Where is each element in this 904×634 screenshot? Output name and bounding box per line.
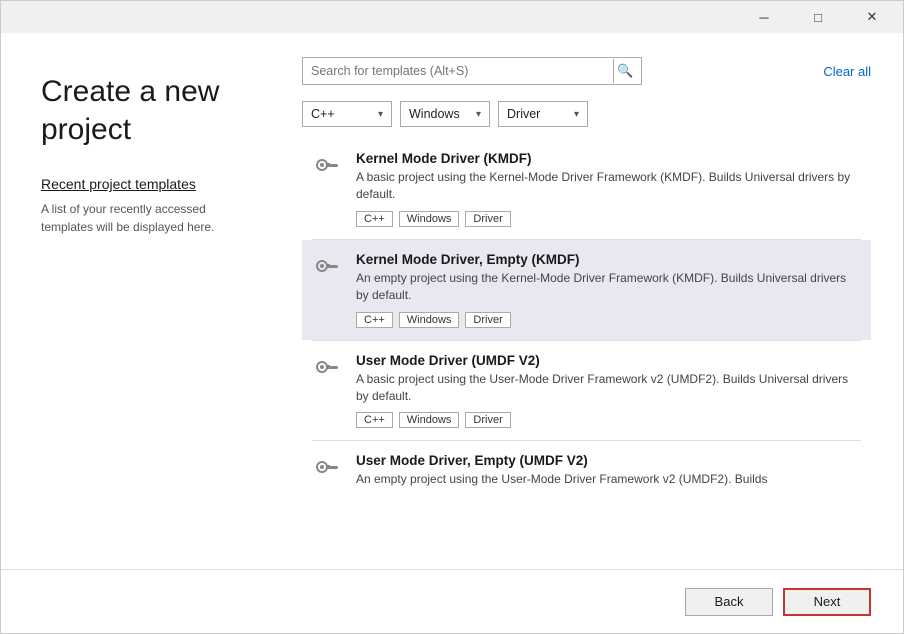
template-name-kmdf: Kernel Mode Driver (KMDF) — [356, 151, 861, 166]
close-button[interactable]: ✕ — [849, 1, 895, 33]
left-panel: Create a new project Recent project temp… — [1, 33, 286, 569]
template-body-umdf: User Mode Driver (UMDF V2) A basic proje… — [356, 353, 861, 429]
template-item-kmdf-empty[interactable]: Kernel Mode Driver, Empty (KMDF) An empt… — [302, 240, 871, 340]
main-window: ─ □ ✕ Create a new project Recent projec… — [0, 0, 904, 634]
template-body-umdf-empty: User Mode Driver, Empty (UMDF V2) An emp… — [356, 453, 861, 495]
next-button[interactable]: Next — [783, 588, 871, 616]
tag-windows-3: Windows — [399, 412, 460, 428]
tag-cpp-2: C++ — [356, 312, 393, 328]
template-desc-kmdf-empty: An empty project using the Kernel-Mode D… — [356, 270, 861, 305]
template-item-kmdf[interactable]: Kernel Mode Driver (KMDF) A basic projec… — [302, 139, 871, 239]
template-body-kmdf-empty: Kernel Mode Driver, Empty (KMDF) An empt… — [356, 252, 861, 328]
recent-templates-label: Recent project templates — [41, 176, 254, 192]
chevron-down-icon: ▾ — [378, 109, 383, 120]
clear-all-link[interactable]: Clear all — [823, 64, 871, 79]
template-name-umdf-empty: User Mode Driver, Empty (UMDF V2) — [356, 453, 861, 468]
back-button[interactable]: Back — [685, 588, 773, 616]
tag-driver-3: Driver — [465, 412, 510, 428]
tag-cpp: C++ — [356, 211, 393, 227]
filter-project-type[interactable]: Driver ▾ — [498, 101, 588, 127]
filter-language-label: C++ — [311, 107, 335, 121]
filter-language[interactable]: C++ ▾ — [302, 101, 392, 127]
filter-project-type-label: Driver — [507, 107, 540, 121]
template-icon-umdf-empty — [312, 455, 344, 487]
tag-cpp-3: C++ — [356, 412, 393, 428]
template-icon-kmdf-empty — [312, 254, 344, 286]
search-row: 🔍 Clear all — [302, 57, 871, 85]
template-desc-umdf-empty: An empty project using the User-Mode Dri… — [356, 471, 861, 488]
template-tags-umdf: C++ Windows Driver — [356, 412, 861, 428]
chevron-down-icon: ▾ — [574, 109, 579, 120]
content-area: Create a new project Recent project temp… — [1, 33, 903, 569]
filter-row: C++ ▾ Windows ▾ Driver ▾ — [302, 101, 871, 127]
template-item-umdf[interactable]: User Mode Driver (UMDF V2) A basic proje… — [302, 341, 871, 441]
template-item-umdf-empty[interactable]: User Mode Driver, Empty (UMDF V2) An emp… — [302, 441, 871, 507]
tag-windows-2: Windows — [399, 312, 460, 328]
template-tags-kmdf-empty: C++ Windows Driver — [356, 312, 861, 328]
tag-driver-2: Driver — [465, 312, 510, 328]
page-title: Create a new project — [41, 73, 254, 148]
maximize-button[interactable]: □ — [795, 1, 841, 33]
templates-list: Kernel Mode Driver (KMDF) A basic projec… — [302, 139, 871, 553]
filter-platform-label: Windows — [409, 107, 460, 121]
tag-windows: Windows — [399, 211, 460, 227]
search-box[interactable]: 🔍 — [302, 57, 642, 85]
search-input[interactable] — [311, 64, 613, 78]
chevron-down-icon: ▾ — [476, 109, 481, 120]
template-tags-kmdf: C++ Windows Driver — [356, 211, 861, 227]
recent-templates-desc: A list of your recently accessed templat… — [41, 200, 254, 236]
filter-platform[interactable]: Windows ▾ — [400, 101, 490, 127]
template-desc-umdf: A basic project using the User-Mode Driv… — [356, 371, 861, 406]
template-desc-kmdf: A basic project using the Kernel-Mode Dr… — [356, 169, 861, 204]
template-name-umdf: User Mode Driver (UMDF V2) — [356, 353, 861, 368]
search-icon[interactable]: 🔍 — [613, 59, 637, 83]
template-icon-umdf — [312, 355, 344, 387]
title-bar: ─ □ ✕ — [1, 1, 903, 33]
minimize-button[interactable]: ─ — [741, 1, 787, 33]
tag-driver: Driver — [465, 211, 510, 227]
template-icon-kmdf — [312, 153, 344, 185]
template-name-kmdf-empty: Kernel Mode Driver, Empty (KMDF) — [356, 252, 861, 267]
footer: Back Next — [1, 569, 903, 633]
right-panel: 🔍 Clear all C++ ▾ Windows ▾ Driver ▾ — [286, 33, 903, 569]
template-body-kmdf: Kernel Mode Driver (KMDF) A basic projec… — [356, 151, 861, 227]
